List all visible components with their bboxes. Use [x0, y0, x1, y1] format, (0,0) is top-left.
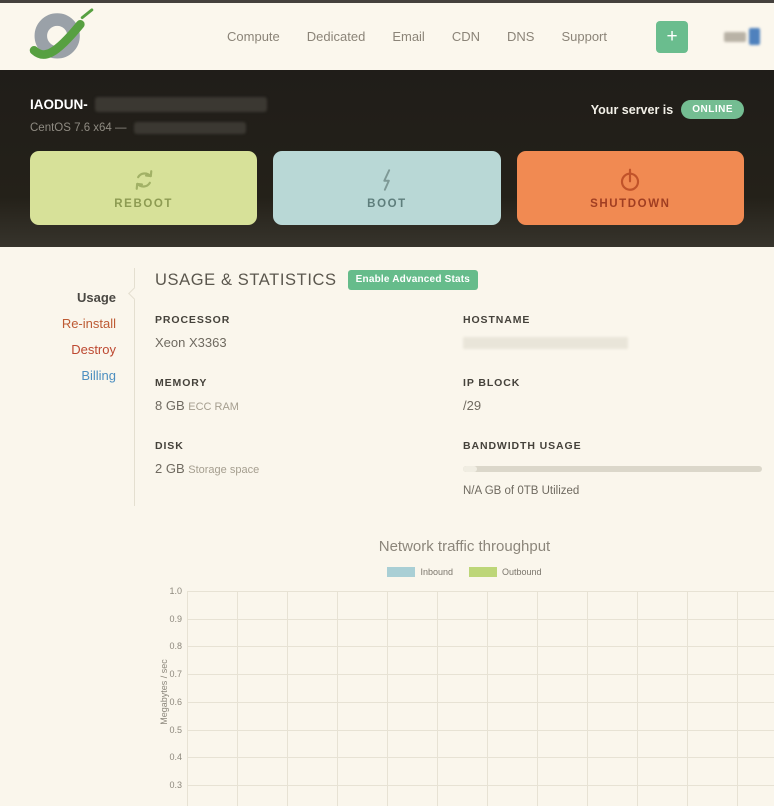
gridline: 0.5: [169, 725, 774, 735]
nav-item-dedicated[interactable]: Dedicated: [307, 29, 366, 44]
field-memory: MEMORY 8 GB ECC RAM: [155, 377, 463, 413]
y-tick: 0.8: [169, 641, 182, 651]
network-traffic-chart: Network traffic throughput Inbound Outbo…: [155, 538, 774, 806]
y-tick: 0.5: [169, 725, 182, 735]
page-title: USAGE & STATISTICS: [155, 270, 337, 289]
nav-item-compute[interactable]: Compute: [227, 29, 280, 44]
legend-item-outbound[interactable]: Outbound: [469, 567, 542, 577]
y-tick: 0.9: [169, 614, 182, 624]
memory-amount: 8 GB: [155, 398, 185, 413]
disk-label: DISK: [155, 440, 184, 452]
hostname-value-redacted: [463, 337, 628, 349]
nav-item-cdn[interactable]: CDN: [452, 29, 480, 44]
server-ip-redacted: [133, 122, 246, 134]
account-balance-redacted[interactable]: [724, 28, 760, 45]
nav-links: Compute Dedicated Email CDN DNS Support …: [227, 20, 760, 53]
gridline: 0.9: [169, 614, 774, 624]
processor-value: Xeon X3363: [155, 335, 227, 350]
outbound-label: Outbound: [502, 567, 542, 577]
gridline: 0.6: [169, 697, 774, 707]
field-processor: PROCESSOR Xeon X3363: [155, 314, 463, 350]
server-name-redacted: [94, 97, 267, 112]
sidebar-item-destroy[interactable]: Destroy: [0, 337, 134, 363]
chart-title: Network traffic throughput: [378, 538, 551, 555]
server-identity: IAODUN- CentOS 7.6 x64 —: [30, 97, 267, 134]
y-tick: 0.4: [169, 752, 182, 762]
stats-header: USAGE & STATISTICS Enable Advanced Stats: [155, 270, 774, 290]
gridline: 0.8: [169, 641, 774, 651]
account-icon: [749, 28, 760, 45]
outbound-swatch: [469, 567, 497, 577]
sidebar-item-usage[interactable]: Usage: [0, 285, 134, 311]
shutdown-label: SHUTDOWN: [590, 197, 671, 210]
reboot-icon: [135, 169, 152, 190]
server-name-prefix: IAODUN-: [30, 97, 88, 112]
gridline: 0.7: [169, 669, 774, 679]
server-os-line: CentOS 7.6 x64 —: [30, 122, 267, 134]
stats-grid: PROCESSOR Xeon X3363 HOSTNAME MEMORY 8 G…: [155, 314, 774, 497]
sidebar-item-billing[interactable]: Billing: [0, 363, 134, 389]
sidebar: Usage Re-install Destroy Billing: [0, 268, 141, 506]
bandwidth-usage-text: N/A GB of 0TB Utilized: [463, 485, 580, 497]
chart-plot-area: Megabytes / sec 1.0 0.9 0.8 0.7 0.6 0.5 …: [159, 586, 774, 806]
gridline: 0.3: [169, 780, 774, 790]
reboot-label: REBOOT: [114, 197, 174, 210]
usage-panel: USAGE & STATISTICS Enable Advanced Stats…: [135, 247, 774, 806]
gridline: 0.4: [169, 752, 774, 762]
top-navigation: Compute Dedicated Email CDN DNS Support …: [0, 3, 774, 70]
processor-label: PROCESSOR: [155, 314, 231, 326]
enable-advanced-stats-button[interactable]: Enable Advanced Stats: [347, 270, 479, 290]
legend-item-inbound[interactable]: Inbound: [387, 567, 453, 577]
bandwidth-progress-bar: [463, 466, 762, 472]
server-name: IAODUN-: [30, 97, 267, 112]
y-tick: 0.6: [169, 697, 182, 707]
nav-item-dns[interactable]: DNS: [507, 29, 534, 44]
inbound-swatch: [387, 567, 416, 577]
logo-icon: [29, 8, 94, 59]
memory-unit: ECC RAM: [188, 401, 239, 413]
y-tick: 0.3: [169, 780, 182, 790]
field-hostname: HOSTNAME: [463, 314, 762, 350]
balance-amount-redacted: [724, 31, 746, 42]
ip-block-label: IP BLOCK: [463, 377, 521, 389]
chart-legend: Inbound Outbound: [155, 567, 774, 577]
field-bandwidth: BANDWIDTH USAGE N/A GB of 0TB Utilized: [463, 440, 762, 497]
bandwidth-label: BANDWIDTH USAGE: [463, 440, 582, 452]
reboot-button[interactable]: REBOOT: [30, 151, 258, 225]
sidebar-item-reinstall[interactable]: Re-install: [0, 311, 134, 337]
y-tick: 1.0: [169, 586, 182, 596]
shutdown-icon: [621, 168, 640, 191]
brand-logo[interactable]: [24, 8, 100, 65]
memory-value: 8 GB ECC RAM: [155, 398, 463, 413]
ip-block-value: /29: [463, 398, 482, 413]
disk-value: 2 GB Storage space: [155, 461, 463, 476]
nav-item-email[interactable]: Email: [392, 29, 425, 44]
bandwidth-progress-fill: [463, 466, 477, 472]
boot-icon: [383, 168, 391, 191]
boot-label: BOOT: [367, 197, 407, 210]
inbound-label: Inbound: [420, 567, 453, 577]
shutdown-button[interactable]: SHUTDOWN: [516, 151, 744, 225]
power-actions: REBOOT BOOT SHUTDOWN: [30, 151, 744, 225]
server-header: IAODUN- CentOS 7.6 x64 — Your server is …: [0, 70, 774, 247]
memory-label: MEMORY: [155, 377, 208, 389]
y-tick: 0.7: [169, 669, 182, 679]
boot-button[interactable]: BOOT: [273, 151, 501, 225]
disk-amount: 2 GB: [155, 461, 185, 476]
add-service-button[interactable]: +: [656, 20, 688, 53]
field-disk: DISK 2 GB Storage space: [155, 440, 463, 497]
status-prefix-text: Your server is: [590, 102, 674, 117]
disk-unit: Storage space: [188, 464, 260, 476]
server-os-label: CentOS 7.6 x64 —: [30, 122, 127, 134]
status-badge: ONLINE: [681, 100, 744, 119]
hostname-label: HOSTNAME: [463, 314, 531, 326]
server-status: Your server is ONLINE: [591, 100, 744, 119]
content-area: Usage Re-install Destroy Billing USAGE &…: [0, 247, 774, 806]
field-ip-block: IP BLOCK /29: [463, 377, 762, 413]
gridline: 1.0: [169, 586, 774, 596]
nav-item-support[interactable]: Support: [561, 29, 607, 44]
